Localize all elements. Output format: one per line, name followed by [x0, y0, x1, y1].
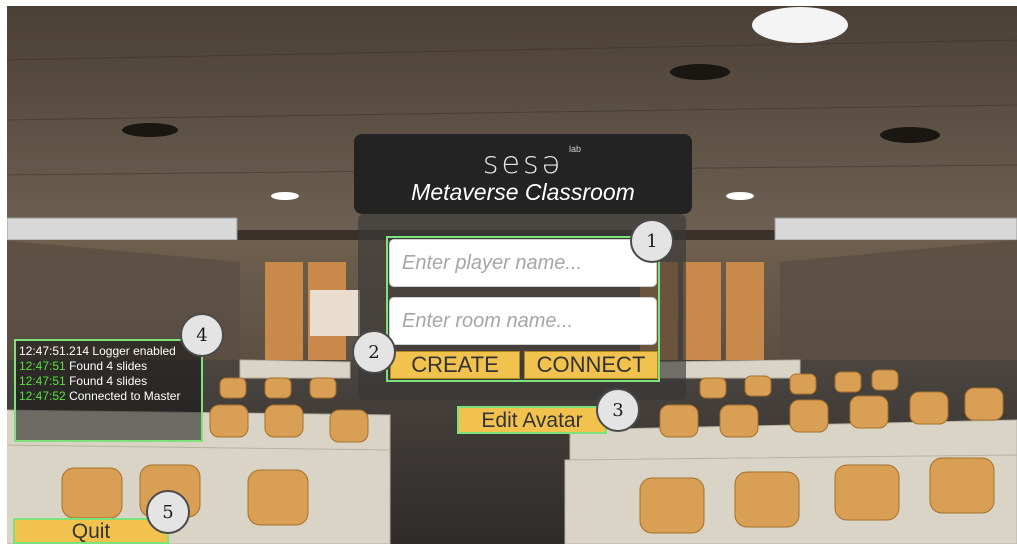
- create-button[interactable]: CREATE: [390, 351, 520, 379]
- log-entry: 12:47:52 Connected to Master: [19, 389, 181, 403]
- frame-left-border: [0, 0, 7, 544]
- quit-button[interactable]: Quit: [13, 518, 169, 544]
- frame-top-border: [0, 0, 1017, 6]
- callout-badge-5: 5: [146, 490, 190, 534]
- logo-panel: sesə lab Metaverse Classroom: [354, 134, 692, 214]
- debug-log-panel: 12:47:51.214 Logger enabled 12:47:51 Fou…: [14, 339, 203, 442]
- player-name-input[interactable]: [389, 239, 657, 287]
- log-entry: 12:47:51 Found 4 slides: [19, 374, 148, 388]
- room-name-input[interactable]: [389, 297, 657, 345]
- app-title: Metaverse Classroom: [411, 179, 635, 205]
- callout-badge-3: 3: [596, 388, 640, 432]
- callout-badge-2: 2: [352, 330, 396, 374]
- log-entry: 12:47:51 Found 4 slides: [19, 359, 148, 373]
- edit-avatar-button[interactable]: Edit Avatar: [457, 406, 607, 434]
- connect-button[interactable]: CONNECT: [524, 351, 658, 379]
- log-entry: 12:47:51.214 Logger enabled: [19, 344, 176, 358]
- brand-logo: sesə: [482, 146, 564, 181]
- callout-badge-1: 1: [630, 219, 674, 263]
- brand-logo-sub: lab: [569, 144, 582, 154]
- callout-badge-4: 4: [180, 313, 224, 357]
